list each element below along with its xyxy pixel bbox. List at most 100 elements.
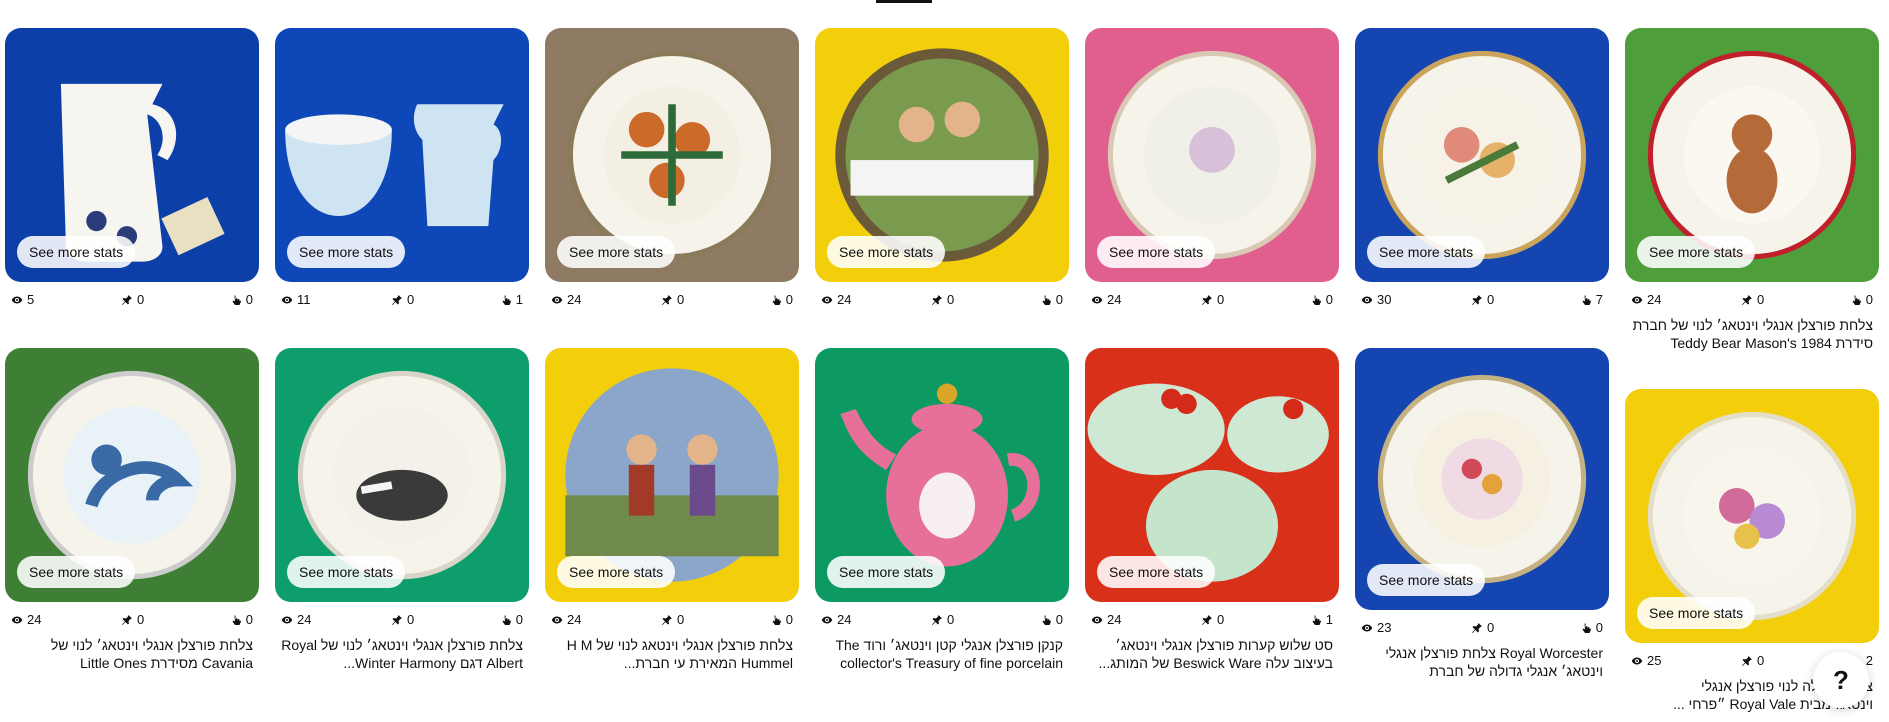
pin-image[interactable]: See more stats [1625, 389, 1879, 643]
see-more-stats-button[interactable]: See more stats [1367, 564, 1486, 596]
see-more-stats-button[interactable]: See more stats [287, 236, 406, 268]
views-metric: 24 [821, 612, 851, 627]
views-metric: 24 [821, 292, 851, 307]
pin-icon [931, 294, 943, 306]
pin-card[interactable]: See more stats 30 0 7 [1355, 28, 1609, 312]
views-metric: 24 [551, 292, 581, 307]
see-more-stats-button[interactable]: See more stats [1097, 556, 1216, 588]
help-button[interactable]: ? [1813, 652, 1869, 708]
pin-card[interactable]: See more stats 24 0 0 צלחת פורצלן אנגלי … [1625, 28, 1879, 352]
pin-image[interactable]: See more stats [545, 348, 799, 602]
outbound-click-icon [1040, 294, 1052, 306]
saves-metric: 0 [1741, 653, 1764, 668]
views-count: 24 [297, 612, 312, 627]
see-more-stats-button[interactable]: See more stats [1637, 236, 1756, 268]
pin-image[interactable]: See more stats [275, 28, 529, 282]
pin-title[interactable]: צלחת פורצלן אנגלי וינטאג׳ לנוי של Royal … [275, 632, 529, 672]
pin-card[interactable]: See more stats 23 0 0 Royal Worcester צל… [1355, 348, 1609, 680]
see-more-stats-button[interactable]: See more stats [557, 556, 676, 588]
views-metric: 23 [1361, 620, 1391, 635]
pin-image[interactable]: See more stats [5, 28, 259, 282]
pin-card[interactable]: See more stats 24 0 0 צלחת פורצלן אנגלי … [545, 348, 799, 672]
pin-image[interactable]: See more stats [1085, 28, 1339, 282]
clicks-count: 0 [1865, 292, 1873, 307]
saves-count: 0 [407, 292, 415, 307]
views-count: 24 [837, 612, 852, 627]
pin-card[interactable]: See more stats 24 0 0 צלחת פורצלן אנגלי … [5, 348, 259, 672]
pin-image[interactable]: See more stats [1085, 348, 1339, 602]
see-more-stats-button[interactable]: See more stats [1367, 236, 1486, 268]
see-more-stats-button[interactable]: See more stats [827, 556, 946, 588]
pin-icon [1201, 614, 1213, 626]
pin-stats-grid: See more stats 5 0 0 See more stats 24 0… [5, 0, 1885, 722]
see-more-stats-button[interactable]: See more stats [827, 236, 946, 268]
eye-icon [11, 294, 23, 306]
see-more-stats-button[interactable]: See more stats [1637, 597, 1756, 629]
outbound-click-icon [770, 614, 782, 626]
pin-card[interactable]: See more stats 24 0 0 [545, 28, 799, 312]
pin-title[interactable]: סט שלוש קערות פורצלן אנגלי וינטאג׳ בעיצו… [1085, 632, 1339, 672]
pin-card[interactable]: See more stats 24 0 0 צלחת פורצלן אנגלי … [275, 348, 529, 672]
pin-image[interactable]: See more stats [815, 348, 1069, 602]
pin-card[interactable]: See more stats 11 0 1 [275, 28, 529, 312]
outbound-click-icon [500, 294, 512, 306]
saves-count: 0 [1757, 292, 1765, 307]
saves-metric: 0 [391, 292, 414, 307]
see-more-stats-button[interactable]: See more stats [1097, 236, 1216, 268]
outbound-click-icon [230, 614, 242, 626]
pin-image[interactable]: See more stats [545, 28, 799, 282]
see-more-stats-button[interactable]: See more stats [17, 236, 136, 268]
pin-card[interactable]: See more stats 24 0 0 [1085, 28, 1339, 312]
pin-metrics: 24 0 0 [275, 610, 529, 632]
pin-image[interactable]: See more stats [1355, 28, 1609, 282]
pin-image[interactable]: See more stats [1625, 28, 1879, 282]
pin-icon [121, 294, 133, 306]
views-metric: 11 [281, 292, 311, 307]
pin-card[interactable]: See more stats 24 0 1 סט שלוש קערות פורצ… [1085, 348, 1339, 672]
pin-image[interactable]: See more stats [5, 348, 259, 602]
saves-count: 0 [1757, 653, 1765, 668]
views-metric: 24 [1631, 292, 1661, 307]
pin-metrics: 24 0 0 [815, 610, 1069, 632]
clicks-metric: 7 [1580, 292, 1603, 307]
pin-metrics: 11 0 1 [275, 290, 529, 312]
views-metric: 24 [1091, 292, 1121, 307]
pin-image[interactable]: See more stats [1355, 348, 1609, 610]
pin-image[interactable]: See more stats [275, 348, 529, 602]
clicks-count: 0 [245, 612, 253, 627]
eye-icon [1091, 614, 1103, 626]
pin-title[interactable]: צלחת פורצלן אנגלי וינטאג׳ לנוי של חברת ס… [1625, 312, 1879, 352]
views-metric: 25 [1631, 653, 1661, 668]
clicks-metric: 0 [770, 612, 793, 627]
pin-icon [931, 614, 943, 626]
saves-metric: 0 [1201, 292, 1224, 307]
clicks-count: 0 [515, 612, 523, 627]
clicks-metric: 0 [500, 612, 523, 627]
pin-title[interactable]: Royal Worcester צלחת פורצלן אנגלי וינטאג… [1355, 640, 1609, 680]
clicks-metric: 0 [230, 612, 253, 627]
eye-icon [551, 294, 563, 306]
pin-icon [661, 294, 673, 306]
outbound-click-icon [770, 294, 782, 306]
outbound-click-icon [1580, 622, 1592, 634]
pin-title[interactable]: צלחת פורצלן אנגלי וינטאג׳ לנוי של Cavani… [5, 632, 259, 672]
saves-metric: 0 [391, 612, 414, 627]
clicks-count: 1 [515, 292, 523, 307]
pin-icon [391, 294, 403, 306]
saves-count: 0 [677, 292, 685, 307]
saves-metric: 0 [1741, 292, 1764, 307]
pin-title[interactable]: קנקן פורצלן אנגלי קטן וינטאג׳ ורוד The c… [815, 632, 1069, 672]
pin-card[interactable]: See more stats 5 0 0 [5, 28, 259, 312]
pin-title[interactable]: צלחת פורצלן אנגלי וינטאג לנוי של H M Hum… [545, 632, 799, 672]
pin-card[interactable]: See more stats 24 0 0 קנקן פורצלן אנגלי … [815, 348, 1069, 672]
pin-image[interactable]: See more stats [815, 28, 1069, 282]
outbound-click-icon [500, 614, 512, 626]
see-more-stats-button[interactable]: See more stats [17, 556, 136, 588]
clicks-metric: 1 [1310, 612, 1333, 627]
see-more-stats-button[interactable]: See more stats [557, 236, 676, 268]
saves-metric: 0 [661, 612, 684, 627]
pin-metrics: 24 0 0 [1625, 290, 1879, 312]
pin-card[interactable]: See more stats 24 0 0 [815, 28, 1069, 312]
clicks-count: 0 [785, 292, 793, 307]
see-more-stats-button[interactable]: See more stats [287, 556, 406, 588]
